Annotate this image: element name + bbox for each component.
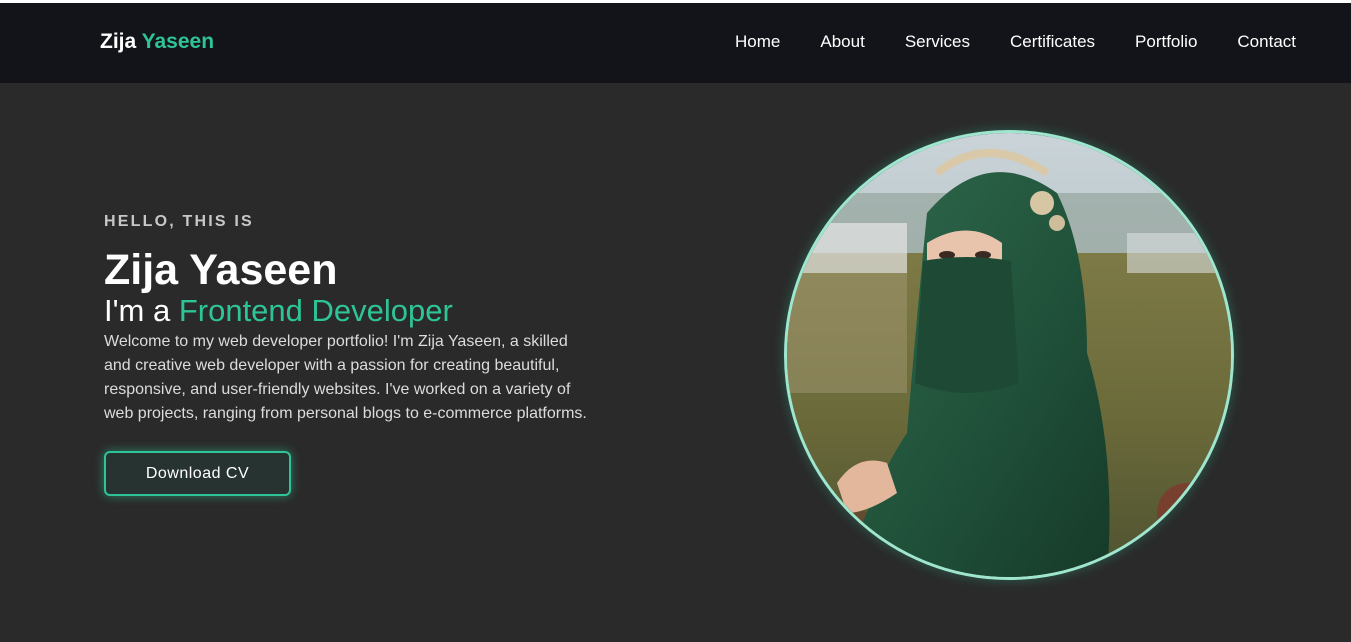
hero-name: Zija Yaseen [104,246,338,294]
hero-section: HELLO, THIS IS Zija Yaseen I'm a Fronten… [104,212,604,496]
nav-link-services[interactable]: Services [905,32,970,52]
navbar: Zija Yaseen Home About Services Certific… [0,3,1351,83]
nav-link-contact[interactable]: Contact [1237,32,1296,52]
logo-last-name: Yaseen [141,30,215,53]
profile-photo-illustration [787,133,1231,577]
nav-link-about[interactable]: About [820,32,864,52]
hero-description: Welcome to my web developer portfolio! I… [104,333,587,422]
nav-link-home[interactable]: Home [735,32,780,52]
profile-photo [784,130,1234,580]
nav-link-portfolio[interactable]: Portfolio [1135,32,1197,52]
hero-role: I'm a Frontend Developer [104,294,604,328]
hero-role-title: Frontend Developer [178,293,453,328]
hero-role-prefix: I'm a [104,293,179,328]
hero-greeting: HELLO, THIS IS [104,213,254,230]
nav-menu: Home About Services Certificates Portfol… [735,32,1296,52]
nav-link-certificates[interactable]: Certificates [1010,32,1095,52]
download-cv-button[interactable]: Download CV [104,451,291,496]
logo-first-name: Zija [100,30,137,53]
site-logo[interactable]: Zija Yaseen [100,30,214,54]
